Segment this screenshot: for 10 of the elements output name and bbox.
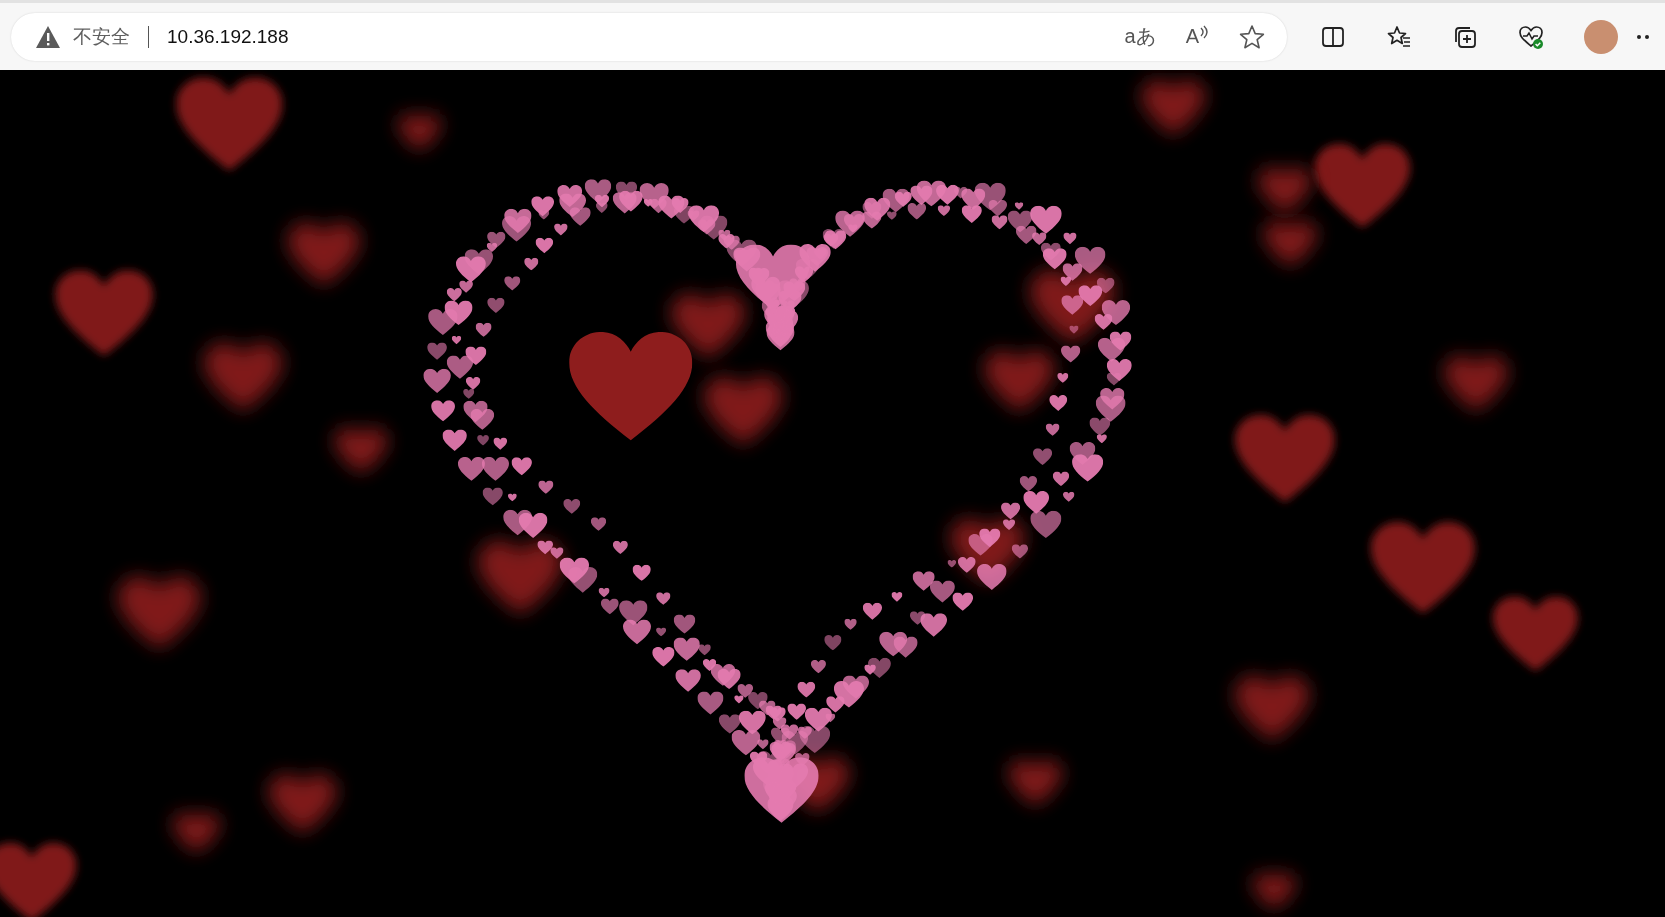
favorites-icon[interactable] [1386, 23, 1412, 50]
address-bar[interactable]: 不安全 10.36.192.188 aあ A [11, 12, 1287, 61]
warning-icon[interactable] [35, 24, 61, 49]
translate-icon[interactable]: aあ [1124, 23, 1156, 50]
avatar[interactable] [1584, 19, 1618, 54]
security-label[interactable]: 不安全 [73, 23, 130, 50]
star-icon[interactable] [1239, 23, 1265, 50]
url-text[interactable]: 10.36.192.188 [167, 25, 289, 48]
more-icon[interactable] [1636, 33, 1650, 40]
health-heart-icon[interactable] [1518, 23, 1544, 50]
